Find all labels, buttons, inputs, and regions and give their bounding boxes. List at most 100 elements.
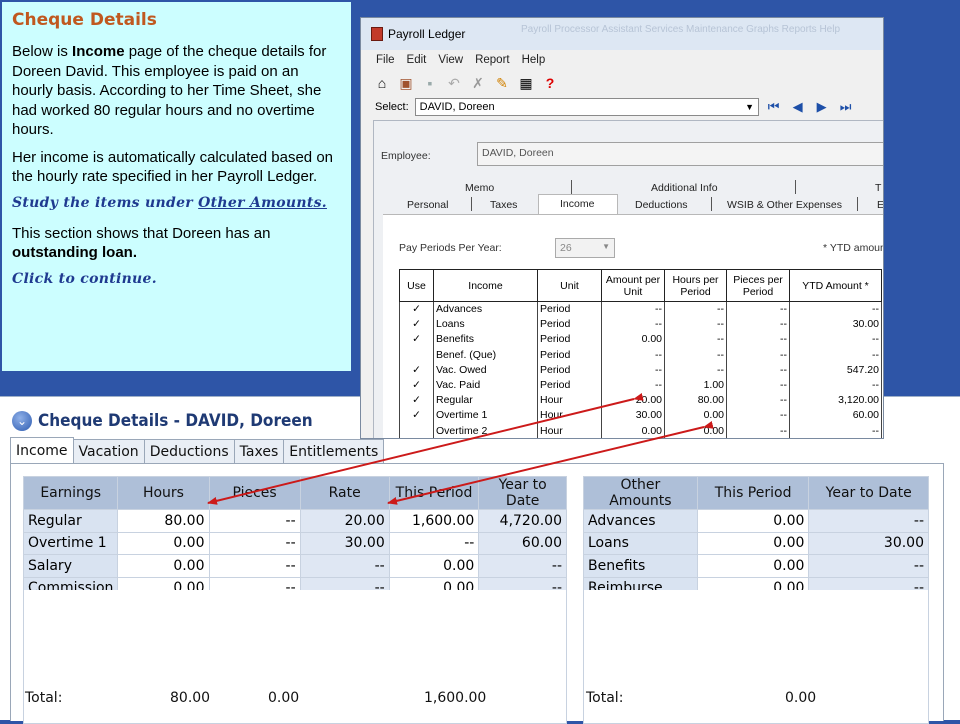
click-to-continue[interactable]: Click to continue. bbox=[12, 271, 341, 288]
ledger-income-table: Use Income Unit Amount per Unit Hours pe… bbox=[399, 269, 882, 438]
other-ytd-cell: 30.00 bbox=[808, 531, 929, 555]
table-row: Advances 0.00 -- bbox=[583, 509, 929, 533]
first-record-icon[interactable]: ⏮ bbox=[765, 99, 783, 115]
use-cell[interactable]: ✓ bbox=[399, 362, 434, 378]
income-cell: Vac. Paid bbox=[433, 377, 538, 393]
tab-deductions[interactable]: Deductions bbox=[143, 439, 235, 463]
table-row[interactable]: ✓ Advances Period -- -- -- -- bbox=[399, 301, 882, 317]
amount-cell: -- bbox=[601, 347, 665, 363]
open-record-icon[interactable]: ▣ bbox=[397, 74, 415, 92]
period-cell[interactable]: 0.00 bbox=[388, 554, 480, 578]
other-empty-area bbox=[583, 590, 929, 724]
use-cell[interactable]: ✓ bbox=[399, 316, 434, 332]
period-cell: 1,600.00 bbox=[388, 509, 480, 533]
pay-periods-select[interactable]: 26 ▼ bbox=[555, 238, 615, 258]
table-row[interactable]: ✓ Vac. Paid Period -- 1.00 -- -- bbox=[399, 377, 882, 393]
table-row[interactable]: ✓ Benefits Period 0.00 -- -- -- bbox=[399, 331, 882, 348]
other-amounts-link[interactable]: Other Amounts. bbox=[198, 195, 327, 211]
tab-personal[interactable]: Personal bbox=[407, 199, 448, 211]
col-unit: Unit bbox=[537, 269, 602, 302]
menu-file[interactable]: File bbox=[376, 54, 395, 66]
amount-cell: 30.00 bbox=[601, 407, 665, 423]
other-period-cell[interactable]: 0.00 bbox=[696, 554, 810, 578]
tab-additional-info[interactable]: Additional Info bbox=[651, 182, 718, 194]
hours-cell[interactable]: 80.00 bbox=[117, 509, 210, 533]
remove-icon[interactable]: ✗ bbox=[469, 74, 487, 92]
tab-memo[interactable]: Memo bbox=[465, 182, 494, 194]
tab-e[interactable]: E bbox=[877, 199, 883, 211]
menu-view[interactable]: View bbox=[438, 54, 463, 66]
col-other-year-to-date: Year to Date bbox=[808, 476, 929, 510]
col-pieces: Pieces bbox=[208, 476, 301, 510]
undo-icon[interactable]: ↶ bbox=[445, 74, 463, 92]
menu-edit[interactable]: Edit bbox=[407, 54, 427, 66]
hours-cell[interactable]: 0.00 bbox=[117, 554, 210, 578]
use-cell[interactable]: ✓ bbox=[399, 331, 434, 348]
menu-report[interactable]: Report bbox=[475, 54, 510, 66]
use-cell[interactable] bbox=[399, 423, 434, 438]
tab-income[interactable]: Income bbox=[10, 437, 74, 464]
hours-cell: -- bbox=[664, 301, 727, 317]
home-icon[interactable]: ⌂ bbox=[373, 74, 391, 92]
use-cell[interactable]: ✓ bbox=[399, 301, 434, 317]
pieces-cell[interactable]: -- bbox=[208, 509, 301, 533]
menu-help[interactable]: Help bbox=[522, 54, 546, 66]
hours-cell[interactable]: 0.00 bbox=[117, 531, 210, 555]
tab-income[interactable]: Income bbox=[560, 198, 594, 210]
table-row: Overtime 1 0.00 -- 30.00 -- 60.00 bbox=[22, 531, 567, 555]
use-cell[interactable] bbox=[399, 347, 434, 363]
tab-entitlements[interactable]: Entitlements bbox=[283, 439, 385, 463]
save-icon[interactable]: ▪ bbox=[421, 74, 439, 92]
rate-cell: 20.00 bbox=[299, 509, 390, 533]
unit-cell: Period bbox=[537, 347, 602, 363]
table-row[interactable]: ✓ Overtime 1 Hour 30.00 0.00 -- 60.00 bbox=[399, 407, 882, 423]
tab-taxes[interactable]: Taxes bbox=[490, 199, 517, 211]
use-cell[interactable]: ✓ bbox=[399, 377, 434, 393]
pieces-cell[interactable]: -- bbox=[208, 554, 301, 578]
hours-cell: 1.00 bbox=[664, 377, 727, 393]
table-row[interactable]: Benef. (Que) Period -- -- -- -- bbox=[399, 347, 882, 363]
tab-deductions[interactable]: Deductions bbox=[635, 199, 688, 211]
table-row: Benefits 0.00 -- bbox=[583, 554, 929, 578]
edit-pencil-icon[interactable]: ✎ bbox=[493, 74, 511, 92]
employee-select[interactable]: DAVID, Doreen ▼ bbox=[414, 98, 759, 116]
col-hours: Hours bbox=[117, 476, 210, 510]
table-row: Loans 0.00 30.00 bbox=[583, 531, 929, 555]
table-row[interactable]: ✓ Regular Hour 20.00 80.00 -- 3,120.00 bbox=[399, 392, 882, 408]
table-row[interactable]: ✓ Vac. Owed Period -- -- -- 547.20 bbox=[399, 362, 882, 378]
income-cell: Benef. (Que) bbox=[433, 347, 538, 363]
other-amounts-table: Other Amounts This Period Year to Date A… bbox=[583, 476, 929, 600]
cheque-tab-strip: Income Vacation Deductions Taxes Entitle… bbox=[10, 437, 385, 464]
calculator-icon[interactable]: ▦ bbox=[517, 74, 535, 92]
other-period-cell[interactable]: 0.00 bbox=[696, 509, 810, 533]
use-cell[interactable]: ✓ bbox=[399, 392, 434, 408]
ledger-title: Payroll Ledger bbox=[388, 27, 466, 41]
earning-label: Salary bbox=[22, 554, 119, 578]
other-header-row: Other Amounts This Period Year to Date bbox=[583, 476, 929, 510]
ytd-cell: 60.00 bbox=[789, 407, 882, 423]
use-cell[interactable]: ✓ bbox=[399, 407, 434, 423]
table-row[interactable]: ✓ Loans Period -- -- -- 30.00 bbox=[399, 316, 882, 332]
tab-vacation[interactable]: Vacation bbox=[72, 439, 145, 463]
amount-cell: -- bbox=[601, 301, 665, 317]
col-amount-per-unit: Amount per Unit bbox=[601, 269, 665, 302]
last-record-icon[interactable]: ⏭ bbox=[837, 99, 855, 115]
next-record-icon[interactable]: ▶ bbox=[813, 99, 831, 115]
previous-record-icon[interactable]: ◀ bbox=[789, 99, 807, 115]
pieces-cell: -- bbox=[726, 392, 790, 408]
tab-t[interactable]: T bbox=[875, 182, 881, 194]
payroll-ledger-window: Payroll Ledger Payroll Processor Assista… bbox=[360, 17, 884, 439]
unit-cell: Period bbox=[537, 316, 602, 332]
other-period-cell[interactable]: 0.00 bbox=[696, 531, 810, 555]
chevron-down-icon[interactable]: ▼ bbox=[742, 102, 758, 112]
collapse-chevron-icon[interactable]: ⌄ bbox=[12, 411, 32, 431]
pieces-cell: -- bbox=[726, 362, 790, 378]
pieces-cell[interactable]: -- bbox=[208, 531, 301, 555]
tab-wsib-other-expenses[interactable]: WSIB & Other Expenses bbox=[727, 199, 842, 211]
amount-cell: -- bbox=[601, 362, 665, 378]
table-row[interactable]: Overtime 2 Hour 0.00 0.00 -- -- bbox=[399, 423, 882, 438]
hours-cell: -- bbox=[664, 316, 727, 332]
tab-taxes[interactable]: Taxes bbox=[233, 439, 285, 463]
income-cell: Overtime 1 bbox=[433, 407, 538, 423]
help-icon[interactable]: ? bbox=[541, 74, 559, 92]
